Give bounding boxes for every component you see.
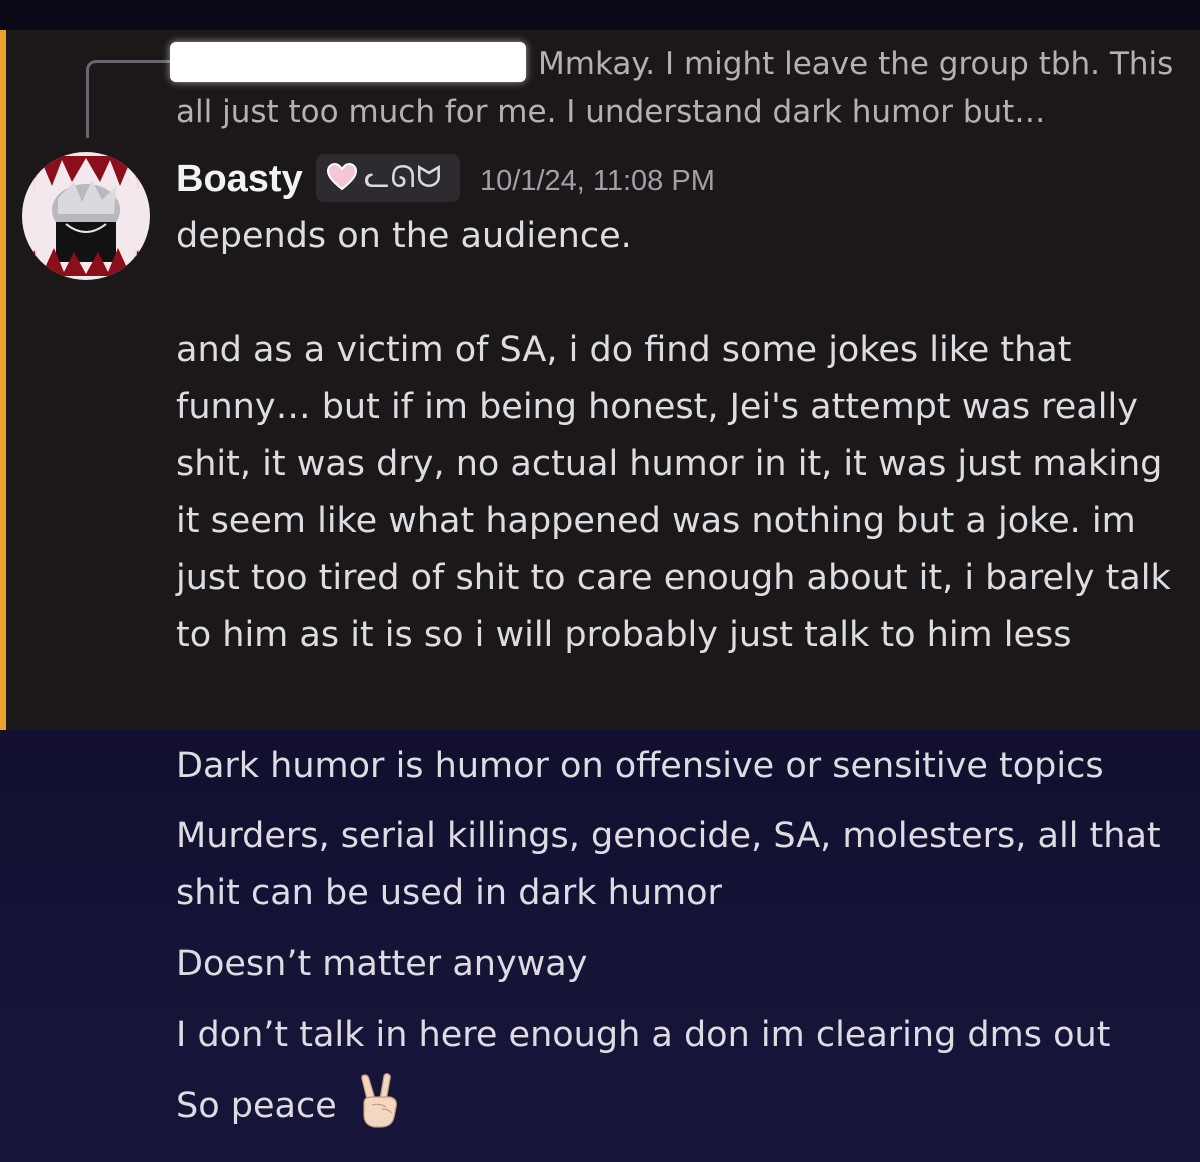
mention-bar [0,30,6,730]
message-line: depends on the audience. [176,216,632,256]
followup-message: Doesn’t matter anyway [176,944,588,984]
redacted-reply-author [170,42,526,82]
message-paragraph: and as a victim of SA, i do find some jo… [176,330,1171,655]
peace-sign-emoji-icon [361,1073,397,1128]
followup-message-text: So peace [176,1086,337,1126]
followup-message: I don’t talk in here enough a don im cle… [176,1015,1111,1055]
followup-message: Murders, serial killings, genocide, SA, … [176,816,1161,913]
avatar[interactable] [22,152,150,280]
username[interactable]: Boasty [176,152,303,206]
reply-connector [86,60,172,138]
timestamp[interactable]: 10/1/24, 11:08 PM [480,154,715,208]
followup-message-last: So peace [176,1073,1176,1135]
server-tag[interactable]: ᓚᘏᗢ [316,154,460,202]
avatar-image [22,152,150,280]
top-strip [0,0,1200,30]
pink-heart-icon [326,162,358,191]
server-tag-label: ᓚᘏᗢ [364,160,443,195]
followup-message: Dark humor is humor on offensive or sens… [176,746,1104,786]
